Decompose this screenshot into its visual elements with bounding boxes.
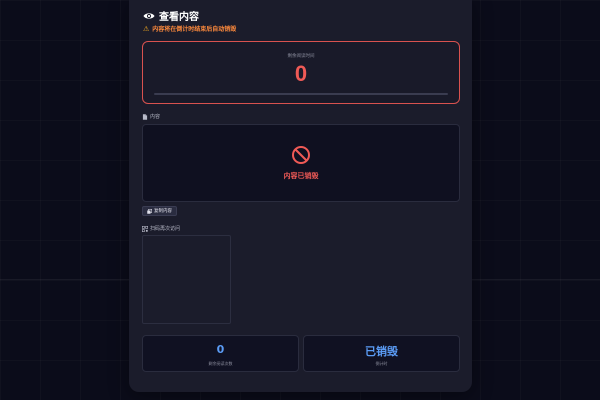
warning-text: 内容将在倒计时结束后自动销毁 [152,26,237,33]
auto-destroy-warning: ⚠ 内容将在倒计时结束后自动销毁 [143,24,237,34]
countdown-panel: 剩余阅读时间 0 [142,41,460,104]
countdown-stat: 已销毁 倒计时 [303,335,460,372]
remaining-reads-stat: 0 剩余阅读次数 [142,335,299,372]
countdown-progress-track [154,93,448,95]
countdown-value: 0 [294,61,308,86]
qr-section-label: 扫码再次访问 [142,225,180,232]
card-header: 查看内容 [143,8,199,23]
countdown-label: 剩余阅读时间 [287,54,315,59]
qr-label-text: 扫码再次访问 [150,226,181,232]
page-title: 查看内容 [159,12,199,23]
content-label-text: 内容 [150,114,161,120]
countdown-stat-label: 倒计时 [375,361,388,366]
countdown-stat-value: 已销毁 [365,345,398,358]
qr-code-icon [142,225,148,232]
eye-icon [143,10,155,22]
copy-icon [147,208,152,214]
warning-icon: ⚠ [143,24,150,33]
view-content-card: 查看内容 ⚠ 内容将在倒计时结束后自动销毁 剩余阅读时间 0 内容 内容已销毁 [129,0,472,392]
remaining-reads-value: 0 [216,343,225,356]
remaining-reads-label: 剩余阅读次数 [208,361,233,366]
qr-code-area [142,235,231,324]
content-section-label: 内容 [142,113,160,120]
copy-content-button[interactable]: 复制内容 [142,206,177,216]
document-icon [142,113,148,120]
copy-button-label: 复制内容 [154,209,172,214]
ban-icon [291,145,311,165]
content-display: 内容已销毁 [142,124,460,202]
content-destroyed-text: 内容已销毁 [283,172,319,180]
